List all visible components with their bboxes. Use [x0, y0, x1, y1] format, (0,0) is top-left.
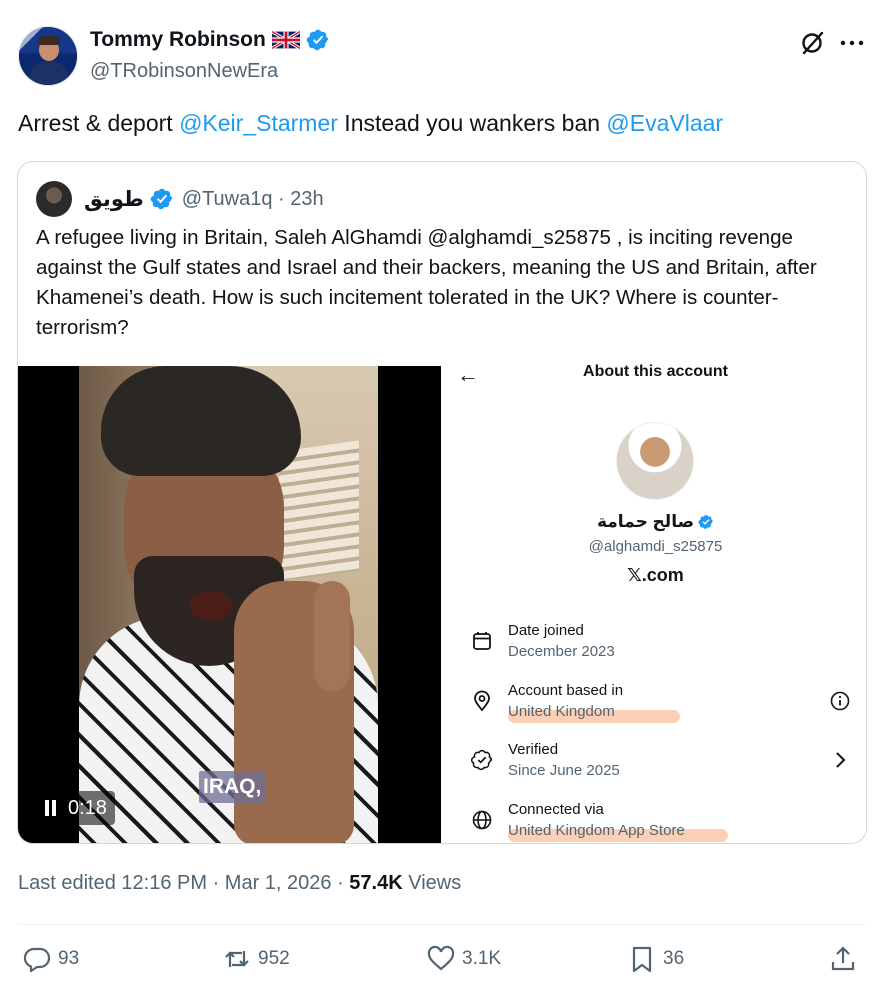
repost-icon	[225, 951, 249, 967]
heart-icon	[427, 945, 455, 971]
author-handle[interactable]: @TRobinsonNewEra	[90, 60, 278, 83]
video-hair	[101, 366, 301, 476]
views-count: 57.4K	[349, 872, 403, 894]
about-row-verified: Verified Since June 2025	[471, 741, 851, 791]
tweet-text-prefix: Arrest & deport	[18, 110, 180, 136]
quoted-author-handle-time[interactable]: @Tuwa1q · 23h	[182, 188, 324, 211]
repost-button[interactable]: 952	[222, 944, 290, 974]
mention-link-evavlaar[interactable]: @EvaVlaar	[606, 110, 723, 136]
author-name-row: Tommy Robinson	[90, 28, 330, 52]
about-row-account-based-in: Account based in United Kingdom	[471, 682, 851, 732]
tweet-header: Tommy Robinson @TRobinsonNewEra	[18, 24, 868, 88]
share-icon	[831, 946, 855, 971]
about-row-label: Connected via	[508, 801, 604, 818]
edited-timestamp[interactable]: Last edited 12:16 PM · Mar 1, 2026 ·	[18, 872, 349, 894]
bookmark-count: 36	[663, 948, 685, 969]
author-avatar[interactable]	[18, 26, 78, 86]
about-row-date-joined: Date joined December 2023	[471, 622, 851, 672]
uk-flag-icon	[271, 31, 300, 49]
account-avatar	[616, 422, 694, 500]
account-handle: @alghamdi_s25875	[588, 538, 723, 555]
account-name-row: صالح حمامة	[443, 512, 866, 532]
video-mouth	[189, 591, 233, 621]
reply-icon	[23, 947, 51, 973]
quoted-media: IRAQ, 0:18 ← About this account صالح حما…	[18, 362, 866, 843]
video-caption: IRAQ,	[199, 771, 266, 803]
about-row-label: Account based in	[508, 682, 624, 699]
quoted-tweet-header: طويق @Tuwa1q · 23h	[36, 180, 324, 218]
about-row-value: United Kingdom App Store	[508, 822, 685, 839]
about-row-label: Date joined	[508, 622, 584, 639]
calendar-icon	[473, 632, 491, 650]
share-button[interactable]	[828, 944, 858, 974]
globe-icon	[472, 810, 492, 830]
mention-link-keir-starmer[interactable]: @Keir_Starmer	[179, 110, 338, 136]
bookmark-icon	[632, 946, 652, 973]
verified-outline-icon	[471, 749, 493, 771]
about-row-label: Verified	[508, 741, 559, 758]
action-bar: 93 952 3.1K 36	[22, 944, 864, 980]
tweet-text-middle: Instead you wankers ban	[337, 110, 607, 136]
video-time: 0:18	[68, 796, 107, 819]
about-row-value: December 2023	[508, 643, 615, 660]
info-icon	[830, 691, 850, 711]
about-account-screenshot: ← About this account صالح حمامة @alghamd…	[443, 362, 866, 843]
video-thumb	[314, 581, 350, 691]
grok-icon[interactable]	[800, 30, 826, 56]
like-button[interactable]: 3.1K	[426, 944, 501, 974]
tweet-text: Arrest & deport @Keir_Starmer Instead yo…	[18, 110, 723, 137]
avatar-hair	[38, 36, 60, 45]
quoted-tweet[interactable]: طويق @Tuwa1q · 23h A refugee living in B…	[17, 161, 867, 844]
video-player[interactable]: IRAQ, 0:18	[18, 366, 441, 843]
about-row-connected-via: Connected via United Kingdom App Store	[471, 801, 851, 843]
account-site: 𝕏.com	[627, 565, 684, 585]
about-row-value: United Kingdom	[508, 703, 615, 720]
reply-count: 93	[58, 948, 80, 969]
quoted-author-name[interactable]: طويق	[84, 187, 144, 212]
more-options-icon[interactable]	[838, 30, 866, 56]
pause-icon[interactable]	[44, 800, 58, 816]
quoted-tweet-text: A refugee living in Britain, Saleh AlGha…	[36, 226, 817, 339]
repost-count: 952	[258, 948, 290, 969]
avatar-body	[29, 61, 69, 85]
tweet-meta: Last edited 12:16 PM · Mar 1, 2026 · 57.…	[18, 872, 461, 895]
about-row-value: Since June 2025	[508, 762, 620, 779]
bookmark-button[interactable]: 36	[627, 944, 684, 974]
verified-badge-icon[interactable]	[306, 28, 330, 52]
reply-button[interactable]: 93	[22, 944, 79, 974]
chevron-right-icon	[836, 752, 846, 768]
account-name: صالح حمامة	[596, 512, 695, 531]
about-title: About this account	[443, 363, 866, 381]
verified-badge-icon	[150, 188, 173, 210]
about-title-text: About this account	[583, 363, 728, 380]
like-count: 3.1K	[462, 948, 502, 969]
verified-badge-icon	[698, 515, 713, 529]
author-name[interactable]: Tommy Robinson	[90, 28, 266, 52]
video-controls[interactable]: 0:18	[38, 791, 115, 825]
divider	[18, 924, 866, 925]
quoted-author-avatar[interactable]	[36, 181, 72, 217]
location-pin-icon	[474, 690, 490, 712]
views-label: Views	[402, 872, 462, 894]
